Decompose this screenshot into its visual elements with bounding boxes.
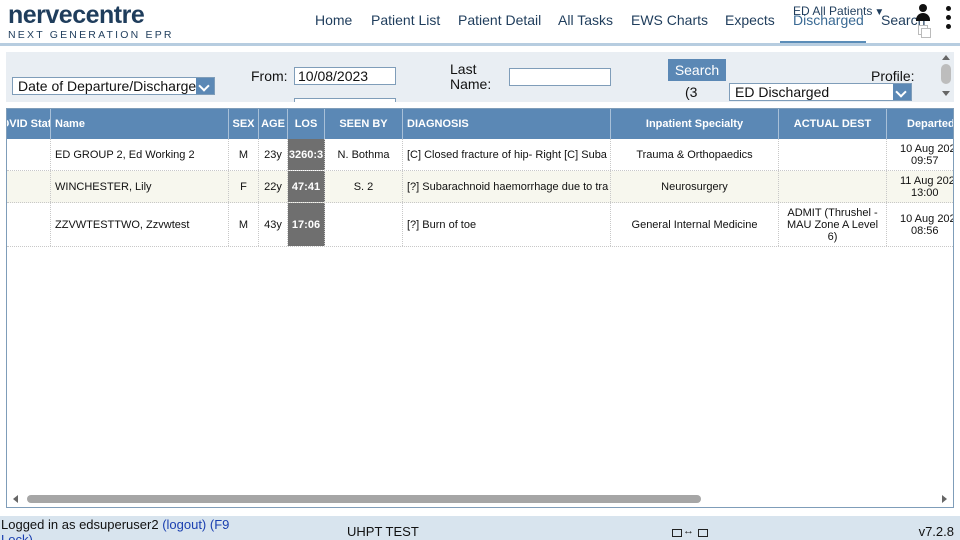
ward-selector[interactable]: ED All Patients ▼ <box>793 4 884 18</box>
copy-icon <box>918 25 932 39</box>
age-cell: 22y <box>259 171 288 202</box>
from-label: From: <box>251 68 288 84</box>
seen-by-cell: N. Bothma <box>325 139 403 170</box>
date-type-select[interactable]: Date of Departure/Discharge <box>12 77 215 95</box>
horizontal-scrollbar[interactable] <box>7 491 953 507</box>
profile-label: Profile: <box>871 68 915 84</box>
actual-dest-cell: ADMIT (Thrushel - MAU Zone A Level 6) <box>779 203 887 246</box>
specialty-cell: General Internal Medicine <box>611 203 779 246</box>
col-actual-dest[interactable]: ACTUAL DEST <box>779 109 887 139</box>
departed-date: 10 Aug 202 <box>900 212 953 225</box>
col-seen-by[interactable]: SEEN BY <box>325 109 403 139</box>
scroll-up-icon <box>942 55 950 60</box>
top-navigation-bar: nervecentre NEXT GENERATION EPR Home Pat… <box>0 0 960 46</box>
result-count: (3 <box>685 84 698 100</box>
logo-wordmark: nervecentre <box>8 1 145 29</box>
departed-cell: 10 Aug 202 08:56 <box>887 203 953 246</box>
col-los[interactable]: LOS <box>288 109 325 139</box>
profile-value: ED Discharged <box>735 84 830 100</box>
specialty-cell: Trauma & Orthopaedics <box>611 139 779 170</box>
scroll-right-icon[interactable] <box>942 495 947 503</box>
nav-expects[interactable]: Expects <box>725 12 775 28</box>
diagnosis-cell: [?] Burn of toe <box>403 203 611 246</box>
covid-status-cell <box>7 203 51 246</box>
patient-name-cell[interactable]: ZZVWTESTTWO, Zzvwtest <box>51 203 229 246</box>
los-cell: 47:41 <box>288 171 325 202</box>
sex-cell: F <box>229 171 259 202</box>
network-connection-icon: ↔ <box>672 525 710 540</box>
logout-link[interactable]: (logout) <box>162 517 206 532</box>
departed-date: 10 Aug 202 <box>900 142 953 155</box>
logged-in-text: Logged in as edsuperuser2 <box>1 517 159 532</box>
age-cell: 23y <box>259 139 288 170</box>
specialty-cell: Neurosurgery <box>611 171 779 202</box>
scroll-thumb <box>941 64 951 84</box>
date-type-value: Date of Departure/Discharge <box>18 78 197 94</box>
to-date-input[interactable] <box>294 98 396 102</box>
patient-name-cell[interactable]: ED GROUP 2, Ed Working 2 <box>51 139 229 170</box>
from-date-input[interactable]: 10/08/2023 <box>294 67 396 85</box>
col-sex[interactable]: SEX <box>229 109 259 139</box>
scroll-down-icon <box>942 91 950 96</box>
departed-date: 11 Aug 202 <box>900 174 953 187</box>
filter-scrollbar[interactable] <box>938 52 954 102</box>
nav-divider <box>0 43 960 46</box>
sex-cell: M <box>229 139 259 170</box>
diagnosis-cell: [C] Closed fracture of hip- Right [C] Su… <box>403 139 611 170</box>
patient-name-cell[interactable]: WINCHESTER, Lily <box>51 171 229 202</box>
diagnosis-cell: [?] Subarachnoid haemorrhage due to tra <box>403 171 611 202</box>
departed-time: 13:00 <box>911 186 939 199</box>
los-cell: 3260:3 <box>288 139 325 170</box>
seen-by-cell <box>325 203 403 246</box>
filter-panel: Date of Departure/Discharge From: 10/08/… <box>6 52 954 102</box>
scroll-left-icon[interactable] <box>13 495 18 503</box>
environment-name: UHPT TEST <box>347 524 419 539</box>
more-vertical-icon[interactable] <box>944 6 952 32</box>
los-cell: 17:06 <box>288 203 325 246</box>
nav-all-tasks[interactable]: All Tasks <box>558 12 613 28</box>
col-age[interactable]: AGE <box>259 109 288 139</box>
covid-status-cell <box>7 171 51 202</box>
last-name-input[interactable] <box>509 68 611 86</box>
nav-patient-detail[interactable]: Patient Detail <box>458 12 541 28</box>
logo-tagline: NEXT GENERATION EPR <box>8 29 174 41</box>
departed-time: 09:57 <box>911 154 939 167</box>
nav-home[interactable]: Home <box>315 12 352 28</box>
scroll-thumb[interactable] <box>27 495 701 503</box>
col-name[interactable]: Name <box>51 109 229 139</box>
departed-cell: 10 Aug 202 09:57 <box>887 139 953 170</box>
col-covid-status[interactable]: COVID Status <box>7 109 51 139</box>
nav-ews-charts[interactable]: EWS Charts <box>631 12 708 28</box>
col-departed[interactable]: Departed <box>887 109 953 139</box>
table-row[interactable]: ED GROUP 2, Ed Working 2 M 23y 3260:3 N.… <box>7 139 953 171</box>
nervecentre-logo: nervecentre NEXT GENERATION EPR <box>8 2 174 41</box>
last-name-label: Last Name: <box>450 61 492 92</box>
col-inpatient-specialty[interactable]: Inpatient Specialty <box>611 109 779 139</box>
discharged-patients-table: COVID Status Name SEX AGE LOS SEEN BY DI… <box>6 108 954 508</box>
covid-status-cell <box>7 139 51 170</box>
actual-dest-cell <box>779 171 887 202</box>
caret-down-icon: ▼ <box>874 7 885 18</box>
dropdown-arrow-icon[interactable] <box>893 84 911 100</box>
profile-select[interactable]: ED Discharged <box>729 83 912 101</box>
search-button[interactable]: Search <box>668 59 726 81</box>
ward-selector-label: ED All Patients <box>793 4 873 18</box>
departed-cell: 11 Aug 202 13:00 <box>887 171 953 202</box>
departed-time: 08:56 <box>911 224 939 237</box>
nav-patient-list[interactable]: Patient List <box>371 12 440 28</box>
table-row[interactable]: ZZVWTESTTWO, Zzvwtest M 43y 17:06 [?] Bu… <box>7 203 953 247</box>
status-bar: Logged in as edsuperuser2 (logout) (F9 L… <box>0 516 960 540</box>
user-icon[interactable] <box>915 4 931 22</box>
table-header: COVID Status Name SEX AGE LOS SEEN BY DI… <box>7 109 953 139</box>
version-label: v7.2.8 <box>918 524 954 539</box>
dropdown-arrow-icon[interactable] <box>196 78 214 94</box>
actual-dest-cell <box>779 139 887 170</box>
login-info: Logged in as edsuperuser2 (logout) (F9 L… <box>1 517 251 540</box>
col-diagnosis[interactable]: DIAGNOSIS <box>403 109 611 139</box>
sex-cell: M <box>229 203 259 246</box>
table-row[interactable]: WINCHESTER, Lily F 22y 47:41 S. 2 [?] Su… <box>7 171 953 203</box>
age-cell: 43y <box>259 203 288 246</box>
seen-by-cell: S. 2 <box>325 171 403 202</box>
